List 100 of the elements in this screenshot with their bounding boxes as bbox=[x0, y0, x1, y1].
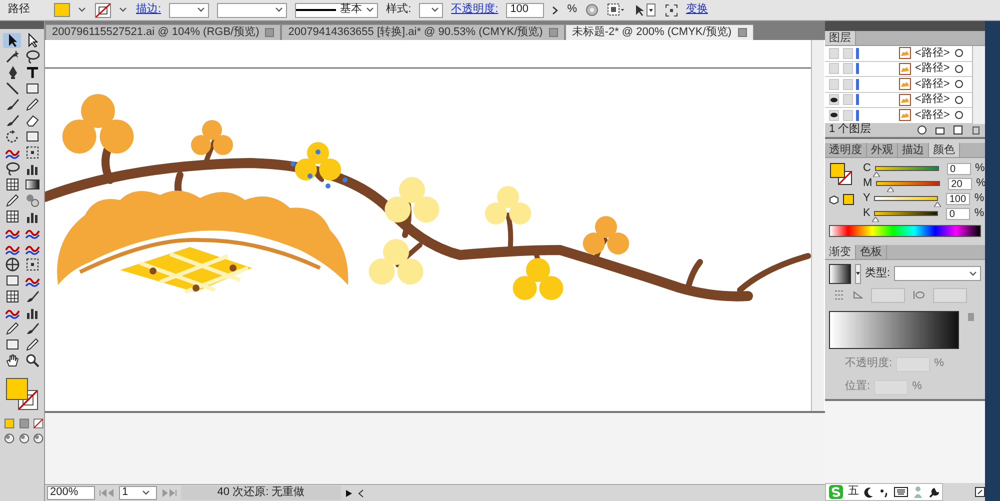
caret-icon[interactable] bbox=[275, 6, 284, 14]
document-tab[interactable]: 未标题-2* @ 200% (CMYK/预览) bbox=[564, 24, 754, 40]
stroke-link[interactable]: 描边: bbox=[136, 3, 162, 17]
caret-icon[interactable] bbox=[855, 264, 861, 284]
fill-swatch[interactable] bbox=[830, 162, 845, 178]
panel-tab[interactable]: 渐变 bbox=[825, 244, 856, 258]
stroke-swatch[interactable] bbox=[95, 2, 111, 18]
fill-color-swatch[interactable] bbox=[6, 378, 28, 400]
layer-row[interactable]: <路径> bbox=[825, 46, 972, 62]
target-circle-icon[interactable] bbox=[954, 110, 964, 120]
caret-icon[interactable] bbox=[431, 6, 440, 14]
input-method-bar[interactable]: 五 bbox=[825, 483, 943, 501]
channel-value-field[interactable]: 0 bbox=[946, 162, 971, 174]
sublayer-icon[interactable] bbox=[935, 125, 945, 135]
draw-mode-icon[interactable] bbox=[33, 433, 44, 444]
slider-thumb[interactable] bbox=[872, 172, 880, 177]
stroke-weight-field[interactable] bbox=[169, 2, 210, 18]
panel-tab[interactable]: 色板 bbox=[856, 244, 887, 258]
new-layer-icon[interactable] bbox=[953, 125, 963, 135]
opacity-link[interactable]: 不透明度: bbox=[451, 3, 498, 17]
chevron-left-icon[interactable] bbox=[357, 488, 365, 498]
crosshair-tool[interactable] bbox=[3, 257, 21, 272]
lock-toggle[interactable] bbox=[843, 78, 853, 90]
chevron-right-icon[interactable] bbox=[552, 6, 560, 14]
channel-value-field[interactable]: 0 bbox=[946, 208, 970, 220]
expand-icon[interactable] bbox=[664, 4, 678, 16]
slider-thumb[interactable] bbox=[872, 217, 880, 222]
fill-swatch[interactable] bbox=[54, 3, 70, 17]
layer-row[interactable]: <路径> bbox=[825, 92, 972, 108]
target-circle-icon[interactable] bbox=[954, 64, 964, 74]
align-grid-icon[interactable] bbox=[606, 3, 625, 17]
layer-name: <路径> bbox=[915, 78, 951, 91]
resize-corner-icon[interactable] bbox=[975, 487, 985, 497]
pencil-tool[interactable] bbox=[23, 337, 41, 352]
gradient-mode-icon[interactable] bbox=[18, 418, 30, 429]
pencil-tool[interactable] bbox=[23, 97, 41, 112]
aspect-ratio-field[interactable] bbox=[933, 288, 967, 302]
none-mode-icon[interactable] bbox=[33, 418, 44, 429]
gamut-swatch[interactable] bbox=[843, 194, 854, 204]
caret-icon[interactable] bbox=[969, 270, 978, 278]
channel-value-field[interactable]: 20 bbox=[948, 178, 972, 190]
punctuation-icon[interactable] bbox=[879, 486, 889, 498]
visibility-toggle[interactable] bbox=[829, 48, 839, 59]
gear-icon[interactable] bbox=[584, 3, 599, 17]
color-mode-icon[interactable] bbox=[4, 418, 15, 429]
panel-tab[interactable]: 外观 bbox=[867, 142, 898, 156]
gradient-tool[interactable] bbox=[23, 177, 41, 192]
visibility-toggle[interactable] bbox=[829, 110, 839, 121]
locate-icon[interactable] bbox=[917, 125, 927, 135]
layer-row[interactable]: <路径> bbox=[825, 77, 972, 92]
lock-toggle[interactable] bbox=[843, 48, 853, 59]
lasso-icon bbox=[24, 49, 40, 64]
style-dropdown[interactable] bbox=[419, 2, 444, 18]
lock-toggle[interactable] bbox=[843, 110, 853, 121]
wrench-icon[interactable] bbox=[928, 486, 939, 498]
keyboard-icon[interactable] bbox=[894, 487, 908, 497]
pencil-tool[interactable] bbox=[3, 193, 21, 208]
angle-field[interactable] bbox=[871, 288, 905, 302]
channel-value-field[interactable]: 100 bbox=[946, 192, 970, 204]
close-icon[interactable] bbox=[738, 28, 746, 37]
slider-thumb[interactable] bbox=[934, 202, 942, 207]
layers-tab[interactable]: 图层 bbox=[825, 31, 856, 45]
gradient-swatch[interactable] bbox=[829, 264, 851, 284]
pencil-tool[interactable] bbox=[3, 321, 21, 336]
play-icon[interactable] bbox=[345, 488, 353, 498]
document-tab[interactable]: 20079414363655 [转换].ai* @ 90.53% (CMYK/预览) bbox=[281, 24, 565, 40]
visibility-toggle[interactable] bbox=[829, 78, 839, 90]
draw-mode-icon[interactable] bbox=[4, 433, 15, 444]
pointer-tool[interactable] bbox=[3, 33, 21, 48]
ime-logo-icon[interactable] bbox=[829, 485, 843, 499]
caret-icon[interactable] bbox=[142, 489, 152, 497]
scroll-bar[interactable] bbox=[811, 40, 824, 411]
visibility-toggle[interactable] bbox=[829, 63, 839, 74]
layer-row[interactable]: <路径> bbox=[825, 108, 972, 124]
brush-dropdown[interactable]: 基本 bbox=[295, 2, 378, 18]
trash-icon[interactable] bbox=[971, 125, 981, 135]
caret-icon[interactable] bbox=[119, 6, 128, 14]
target-circle-icon[interactable] bbox=[954, 48, 964, 58]
cube-icon[interactable] bbox=[829, 194, 839, 204]
reverse-gradient-icon[interactable] bbox=[833, 289, 845, 301]
target-circle-icon[interactable] bbox=[954, 79, 964, 90]
moon-icon[interactable] bbox=[864, 486, 874, 498]
caret-icon[interactable] bbox=[197, 6, 206, 14]
caret-icon[interactable] bbox=[78, 6, 87, 14]
artboard-dropdown[interactable]: 1 bbox=[119, 486, 157, 500]
draw-mode-icon[interactable] bbox=[18, 433, 30, 444]
opacity-field[interactable]: 100 bbox=[506, 2, 544, 18]
transform-link[interactable]: 变换 bbox=[686, 3, 708, 17]
document-tab[interactable]: 200796115527521.ai @ 104% (RGB/预览) bbox=[45, 24, 282, 40]
zoom-dropdown[interactable]: 200% bbox=[47, 486, 95, 500]
lock-toggle[interactable] bbox=[843, 94, 853, 106]
target-circle-icon[interactable] bbox=[954, 94, 964, 105]
caret-icon[interactable] bbox=[366, 6, 376, 14]
lock-toggle[interactable] bbox=[843, 63, 853, 74]
layer-row[interactable]: <路径> bbox=[825, 62, 972, 77]
color-spectrum[interactable] bbox=[829, 224, 981, 236]
panel-tab[interactable]: 颜色 bbox=[929, 142, 960, 156]
scroll-bar[interactable] bbox=[972, 46, 985, 124]
visibility-toggle[interactable] bbox=[829, 94, 839, 106]
panel-tab[interactable]: 透明度 bbox=[825, 142, 867, 156]
